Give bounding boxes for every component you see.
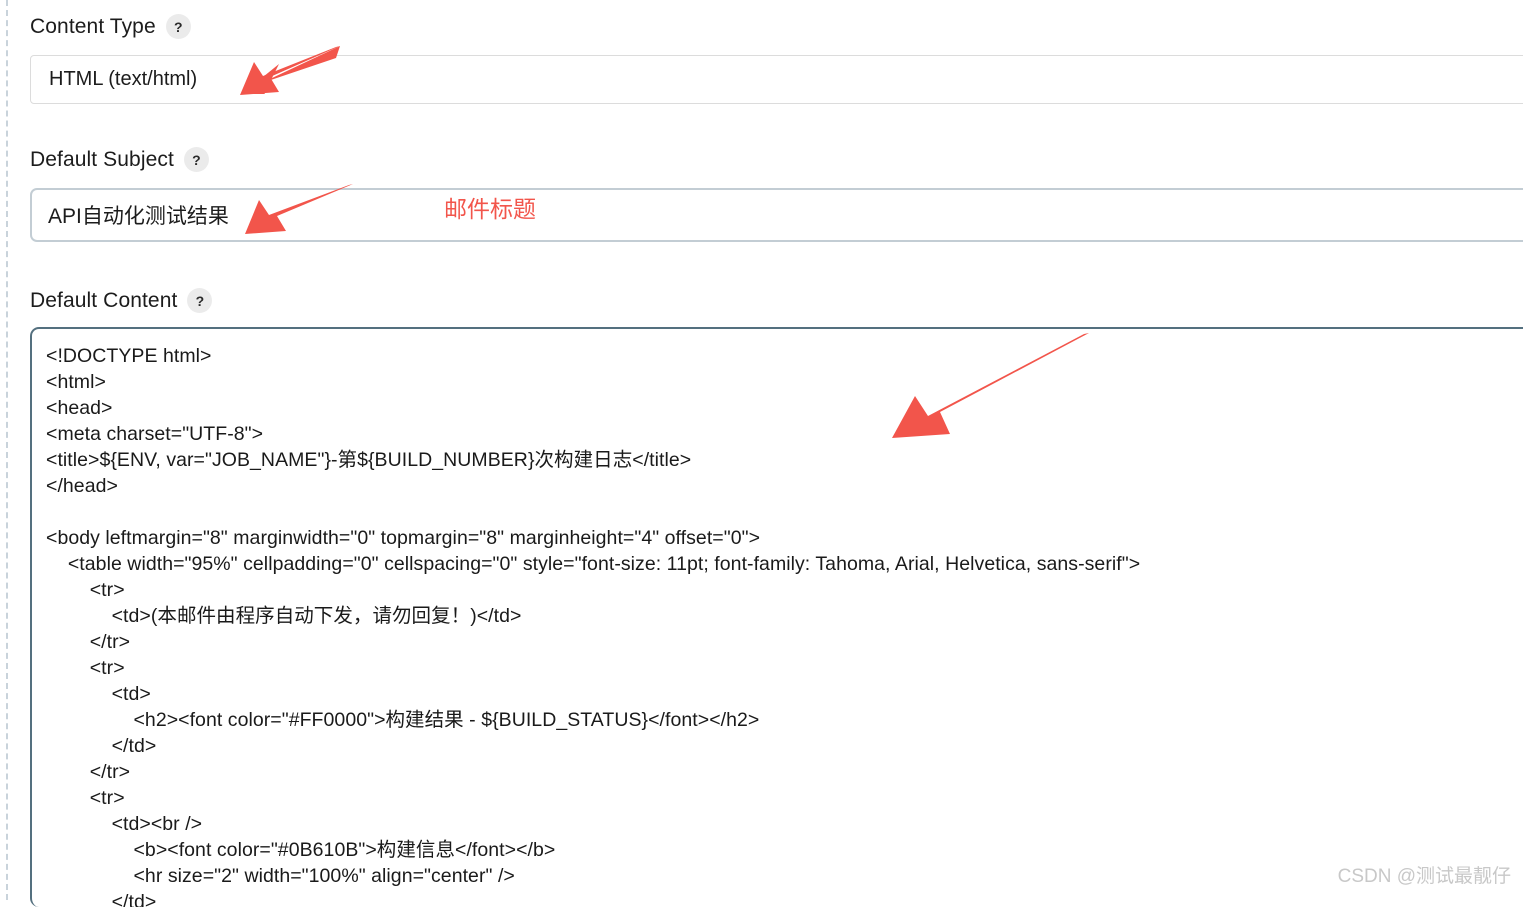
code-line: <tr> <box>46 657 125 679</box>
code-line: <body leftmargin="8" marginwidth="0" top… <box>46 527 761 549</box>
code-line: <table width="95%" cellpadding="0" cells… <box>46 553 1141 575</box>
code-line: <td>(本邮件由程序自动下发，请勿回复！)</td> <box>46 605 522 627</box>
help-icon[interactable]: ? <box>187 288 213 313</box>
code-line: <!DOCTYPE html> <box>46 345 212 367</box>
code-line: <hr size="2" width="100%" align="center"… <box>46 865 515 887</box>
content-type-label: Content Type <box>30 14 156 38</box>
code-line: <b><font color="#0B610B">构建信息</font></b> <box>46 839 556 861</box>
default-content-textarea[interactable]: <!DOCTYPE html> <html> <head> <meta charset… <box>30 327 1523 907</box>
code-line: <tr> <box>46 787 125 809</box>
code-line: <tr> <box>46 579 125 601</box>
default-subject-label-group: Default Subject ? <box>30 147 209 172</box>
code-line: </td> <box>46 735 157 757</box>
code-line: <html> <box>46 371 106 393</box>
code-line: <td><br /> <box>46 813 203 835</box>
code-line: <title>${ENV, var="JOB_NAME"}-第${BUILD_N… <box>46 449 692 471</box>
email-template-form: Content Type ? HTML (text/html) Default … <box>0 0 1523 907</box>
content-type-label-group: Content Type ? <box>30 14 191 39</box>
help-icon[interactable]: ? <box>183 147 209 172</box>
code-line: </tr> <box>46 631 131 653</box>
default-content-code: <!DOCTYPE html> <html> <head> <meta charset… <box>46 343 1523 907</box>
code-line: <meta charset="UTF-8"> <box>46 423 264 445</box>
annotation-subject-note: 邮件标题 <box>444 196 536 222</box>
code-line: </head> <box>46 475 118 497</box>
default-subject-label: Default Subject <box>30 147 174 171</box>
help-icon[interactable]: ? <box>165 14 191 39</box>
code-line: <h2><font color="#FF0000">构建结果 - ${BUILD… <box>46 709 760 731</box>
code-line: <td> <box>46 683 151 705</box>
default-content-label: Default Content <box>30 288 178 312</box>
code-line: </td> <box>46 891 157 907</box>
default-subject-value: API自动化测试结果 <box>48 205 229 228</box>
watermark: CSDN @测试最靓仔 <box>1337 866 1511 887</box>
content-type-value: HTML (text/html) <box>49 68 198 90</box>
code-line: </tr> <box>46 761 131 783</box>
default-subject-input[interactable]: API自动化测试结果 <box>30 188 1523 242</box>
code-line: <head> <box>46 397 113 419</box>
default-content-label-group: Default Content ? <box>30 288 213 313</box>
content-type-select[interactable]: HTML (text/html) <box>30 55 1523 104</box>
